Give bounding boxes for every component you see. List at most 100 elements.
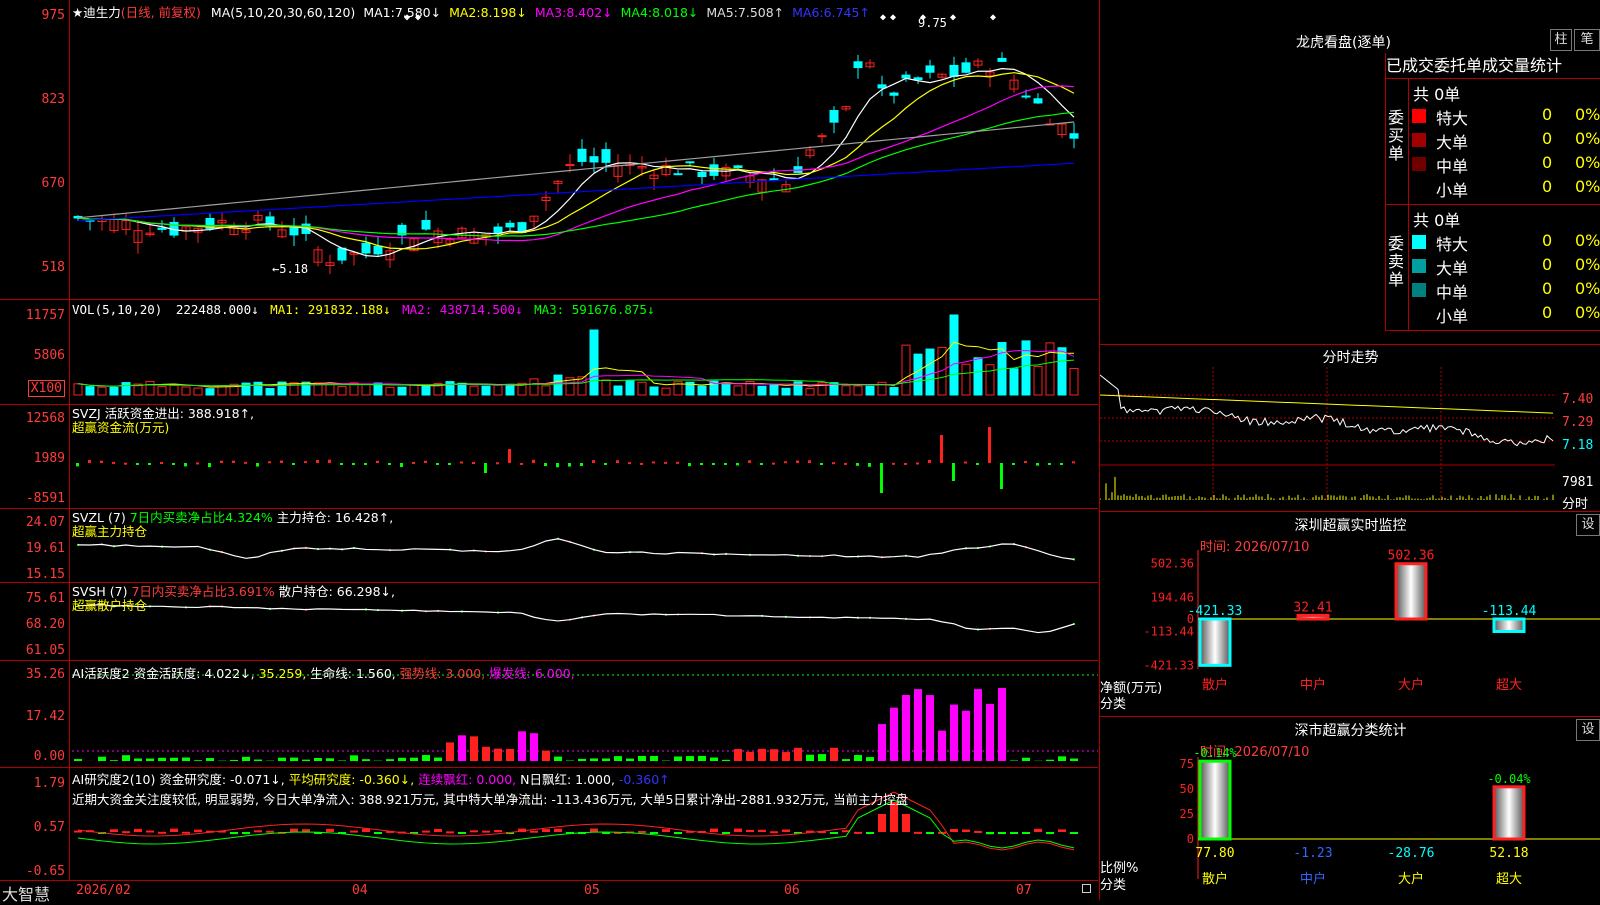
volume-bar: [1010, 369, 1018, 395]
research-bar: [1058, 829, 1066, 832]
activity-bar: [602, 758, 610, 761]
lhb-row-qty: 0: [1542, 129, 1552, 148]
lhb-row: 大单00%: [1412, 255, 1600, 277]
activity-bar: [122, 755, 130, 761]
kline-mode[interactable]: (日线, 前复权): [121, 5, 201, 20]
volume-bar: [206, 389, 214, 395]
intraday-price: 7.18: [1562, 438, 1593, 453]
bar-axis-label: 0: [1187, 832, 1194, 846]
flow-bar: [964, 462, 967, 464]
bar-axis-label: 50: [1180, 782, 1194, 796]
tick-view-button[interactable]: 笔: [1574, 29, 1600, 51]
sc-class-panel[interactable]: 深市超赢分类统计 设 时间: 2026/07/10 7550250-0.14%7…: [1099, 717, 1600, 900]
ma2-label: MA2:: [449, 5, 481, 20]
activity-bar: [494, 749, 502, 761]
flow-bar: [820, 463, 823, 465]
star-icon[interactable]: ★: [72, 5, 83, 20]
research-bar: [902, 814, 910, 832]
category-label: 中户: [1300, 871, 1326, 887]
candle-body: [674, 174, 682, 175]
flow-bar: [196, 462, 199, 464]
flow-bar: [736, 463, 739, 465]
activity-bar: [1010, 760, 1018, 761]
sz-monitor-panel[interactable]: 深圳超赢实时监控 设 时间: 2026/07/10 502.36194.460-…: [1099, 512, 1600, 717]
sc-class-chart[interactable]: 7550250-0.14%77.80散户-1.23中户-28.76大户-0.04…: [1100, 717, 1600, 900]
activity-bar: [878, 724, 886, 761]
activity-bar: [470, 736, 478, 761]
research-bar: [926, 832, 934, 834]
intraday-panel[interactable]: 分时走势 7.40 7.29 7.18 7981 分时: [1099, 345, 1600, 512]
lhb-row: 大单00%: [1412, 129, 1600, 151]
activity-bar: [734, 749, 742, 761]
bar-top-label: -0.14%: [1193, 746, 1237, 760]
ai-research-pane[interactable]: 1.79 0.57 -0.65 AI研究度2(10) 资金研究度: -0.071…: [0, 768, 1098, 880]
ai2-value: 35.259,: [259, 666, 307, 681]
flow-bar: [904, 463, 907, 465]
candle-body: [302, 224, 310, 233]
signal-marker: ◆: [890, 12, 896, 23]
kline-pane[interactable]: 975 823 670 518 ◆◆◆◆◆◆◆ ★迪生力(日线, 前复权) MA…: [0, 0, 1098, 300]
ma-line-1: [78, 69, 1074, 257]
volume-pane[interactable]: 11757 5806 X100 VOL(5,10,20) 222488.000↓…: [0, 300, 1098, 405]
bar-view-button[interactable]: 柱: [1550, 29, 1572, 51]
lhb-title: 龙虎看盘(逐单): [1296, 32, 1391, 52]
intraday-price: 7.40: [1562, 392, 1593, 407]
activity-bar: [614, 756, 622, 761]
candle-body: [578, 149, 586, 161]
lhb-row-pct: 0%: [1575, 177, 1600, 196]
lhb-panel: 龙虎看盘(逐单) 柱 笔 已成交委托单成交量统计 委买单 共 0单 特大00%大…: [1099, 0, 1600, 345]
activity-bar: [962, 711, 970, 761]
bar-value-label: 502.36: [1388, 549, 1435, 564]
sz-side-label2: 分类: [1100, 693, 1126, 712]
volume-bar: [614, 386, 622, 395]
research-bar: [758, 830, 766, 832]
activity-bar: [230, 760, 238, 761]
ma6-value: 6.745↑: [824, 5, 870, 20]
svzl-line2: 超赢主力持仓: [72, 525, 393, 539]
volume-header: VOL(5,10,20) 222488.000↓ MA1: 291832.188…: [72, 302, 655, 317]
research-bar: [110, 829, 118, 832]
flow-bar: [400, 463, 403, 467]
flow-bar: [1048, 463, 1051, 465]
color-swatch: [1412, 235, 1426, 249]
flow-bar: [760, 463, 763, 465]
research-bar: [722, 832, 730, 834]
flow-bar: [472, 462, 475, 464]
flow-bar: [172, 463, 175, 465]
candle-body: [566, 165, 574, 166]
activity-bar: [206, 758, 214, 761]
brand-logo[interactable]: 大智慧: [2, 881, 50, 905]
flow-bar: [1012, 463, 1015, 465]
volume-bar: [914, 354, 922, 395]
lhb-row: 中单00%: [1412, 279, 1600, 301]
flow-bar: [508, 449, 511, 463]
volume-bar: [326, 384, 334, 395]
volume-bar: [698, 386, 706, 395]
aiy-red: 连续飘红: 0.000,: [418, 772, 516, 787]
timeline-label: 2026/02: [76, 883, 131, 898]
activity-bar: [362, 759, 370, 761]
flow-bar: [808, 460, 811, 463]
activity-bar: [98, 757, 106, 761]
lock-icon[interactable]: [1082, 884, 1091, 893]
flow-bar: [532, 460, 535, 463]
svsh-pane[interactable]: 75.61 68.20 61.05 SVSH (7) 7日内买卖净占比3.691…: [0, 583, 1098, 661]
intraday-vol: 7981: [1562, 475, 1593, 490]
svzl-pane[interactable]: 24.07 19.61 15.15 SVZL (7) 7日内买卖净占比4.324…: [0, 509, 1098, 583]
sz-monitor-chart[interactable]: 502.36194.460-113.44-421.33-421.33散户32.4…: [1100, 512, 1600, 717]
flow-bar: [520, 463, 523, 465]
kline-chart[interactable]: ◆◆◆◆◆◆◆: [0, 0, 1098, 300]
activity-bar: [434, 758, 442, 761]
candle-body: [890, 93, 898, 95]
intraday-chart[interactable]: [1100, 345, 1600, 512]
ma-line-3: [78, 86, 1074, 241]
lhb-row-label: 小单: [1436, 303, 1468, 327]
activity-bar: [530, 733, 538, 761]
activity-bar: [74, 759, 82, 761]
ai-activity-pane[interactable]: 35.26 17.42 0.00 AI活跃度2 资金活跃度: 4.022↓, 3…: [0, 661, 1098, 768]
aiy-title: AI研究度2(10): [72, 772, 155, 787]
svzj-pane[interactable]: 12568 1989 -8591 SVZJ 活跃资金进出: 388.918↑, …: [0, 405, 1098, 509]
low-price-marker: ←5.18: [272, 262, 308, 276]
flow-bar: [160, 462, 163, 464]
lhb-row-pct: 0%: [1575, 129, 1600, 148]
